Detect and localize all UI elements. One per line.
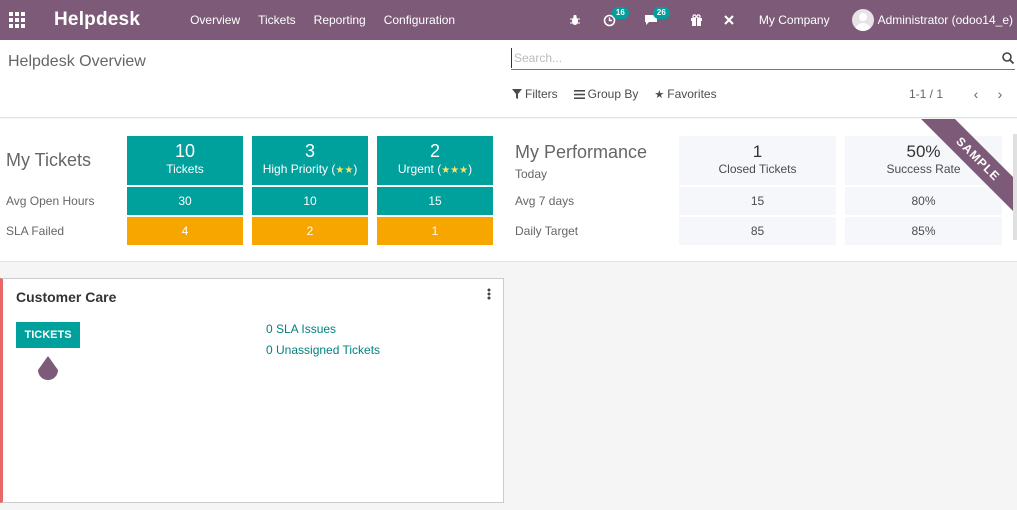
priority-stars-icon: ★★ [335,165,354,176]
avatar [851,9,874,31]
filters-button[interactable]: Filters [512,87,558,101]
pager-value[interactable]: 1-1 / 1 [909,87,943,101]
messages-chat-icon[interactable]: 26 [644,0,670,40]
closed-tickets-value: 1 [752,142,763,161]
tickets-label: Tickets [166,162,204,176]
avg-open-hours-label: Avg Open Hours [6,194,95,208]
search-options: Filters Group By ★ Favorites [512,87,733,101]
team-tickets-button[interactable]: TICKETS [16,322,80,348]
avg-7-days-label: Avg 7 days [515,194,575,208]
gift-icon[interactable] [690,0,703,40]
messages-badge: 26 [652,7,670,19]
tools-icon[interactable] [723,0,735,40]
tile-high-priority[interactable]: 3 High Priority (★★) [252,136,368,185]
closed-tickets-target: 85 [679,217,836,245]
high-priority-suffix: ) [353,162,358,176]
app-brand[interactable]: Helpdesk [54,9,140,31]
chevron-right-icon[interactable]: › [993,86,1007,102]
tile-high-priority-sla-failed[interactable]: 2 [252,217,368,245]
page-title: Helpdesk Overview [8,53,146,70]
debug-bug-icon[interactable] [569,0,581,40]
my-performance-title: My Performance [515,142,648,162]
favorites-button[interactable]: ★ Favorites [654,87,716,101]
menu-tickets[interactable]: Tickets [258,13,296,27]
urgent-label: Urgent ( [397,162,442,176]
closed-tickets-label: Closed Tickets [718,162,797,176]
chevron-left-icon[interactable]: ‹ [969,86,983,102]
tile-tickets-avg-hours[interactable]: 30 [127,187,243,215]
activity-clock-icon[interactable]: 16 [603,0,629,40]
search-bar [511,48,1015,70]
tile-urgent-avg-hours[interactable]: 15 [377,187,493,215]
sample-ribbon: SAMPLE [906,119,1016,224]
menu-overview[interactable]: Overview [190,13,240,27]
user-name: Administrator (odoo14_e) [877,13,1013,27]
sample-ribbon-label: SAMPLE [912,119,1016,224]
helpdesk-dashboard: My Tickets Avg Open Hours SLA Failed 10 … [0,119,1017,262]
tile-urgent-sla-failed[interactable]: 1 [377,217,493,245]
tile-tickets-sla-failed[interactable]: 4 [127,217,243,245]
group-by-label: Group By [587,87,639,101]
cursor-drop-icon [38,356,58,380]
kebab-menu-icon[interactable] [487,287,491,303]
team-card: Customer Care TICKETS 0 SLA Issues 0 Una… [0,278,504,503]
daily-target-label: Daily Target [515,224,579,238]
activity-badge: 16 [611,7,629,19]
user-menu[interactable]: Administrator (odoo14_e) [851,9,1013,31]
urgent-suffix: ) [468,162,473,176]
favorites-label: Favorites [667,87,717,101]
tickets-count: 10 [174,141,196,161]
tile-high-priority-avg-hours[interactable]: 10 [252,187,368,215]
group-by-button[interactable]: Group By [573,87,639,101]
today-label: Today [515,167,548,181]
filters-label: Filters [525,87,558,101]
search-icon[interactable] [1001,51,1015,65]
star-icon: ★ [654,88,665,101]
urgent-count: 2 [429,141,440,161]
dashboard-scrollbar[interactable] [1013,134,1017,240]
menu-reporting[interactable]: Reporting [314,13,366,27]
search-input[interactable] [511,48,991,68]
high-priority-label: High Priority ( [262,162,336,176]
menu-configuration[interactable]: Configuration [384,13,455,27]
bars-icon [573,89,585,99]
pager: 1-1 / 1 ‹ › [909,86,1007,102]
unassigned-tickets-link[interactable]: 0 Unassigned Tickets [266,343,380,357]
high-priority-count: 3 [304,141,315,161]
sla-issues-link[interactable]: 0 SLA Issues [266,322,336,336]
urgent-stars-icon: ★★★ [441,165,469,176]
apps-menu-icon[interactable] [2,0,32,40]
team-name: Customer Care [16,289,117,305]
tile-my-tickets[interactable]: 10 Tickets [127,136,243,185]
sla-failed-label: SLA Failed [6,224,65,238]
company-switcher[interactable]: My Company [759,13,830,27]
control-panel: Helpdesk Overview Filters Group By ★ Fav… [0,40,1017,118]
my-tickets-title: My Tickets [6,150,92,170]
tile-urgent[interactable]: 2 Urgent (★★★) [377,136,493,185]
perf-closed-tickets: 1 Closed Tickets [679,136,836,185]
top-navbar: Helpdesk Overview Tickets Reporting Conf… [0,0,1017,40]
filter-icon [512,89,522,99]
closed-tickets-avg7: 15 [679,187,836,215]
